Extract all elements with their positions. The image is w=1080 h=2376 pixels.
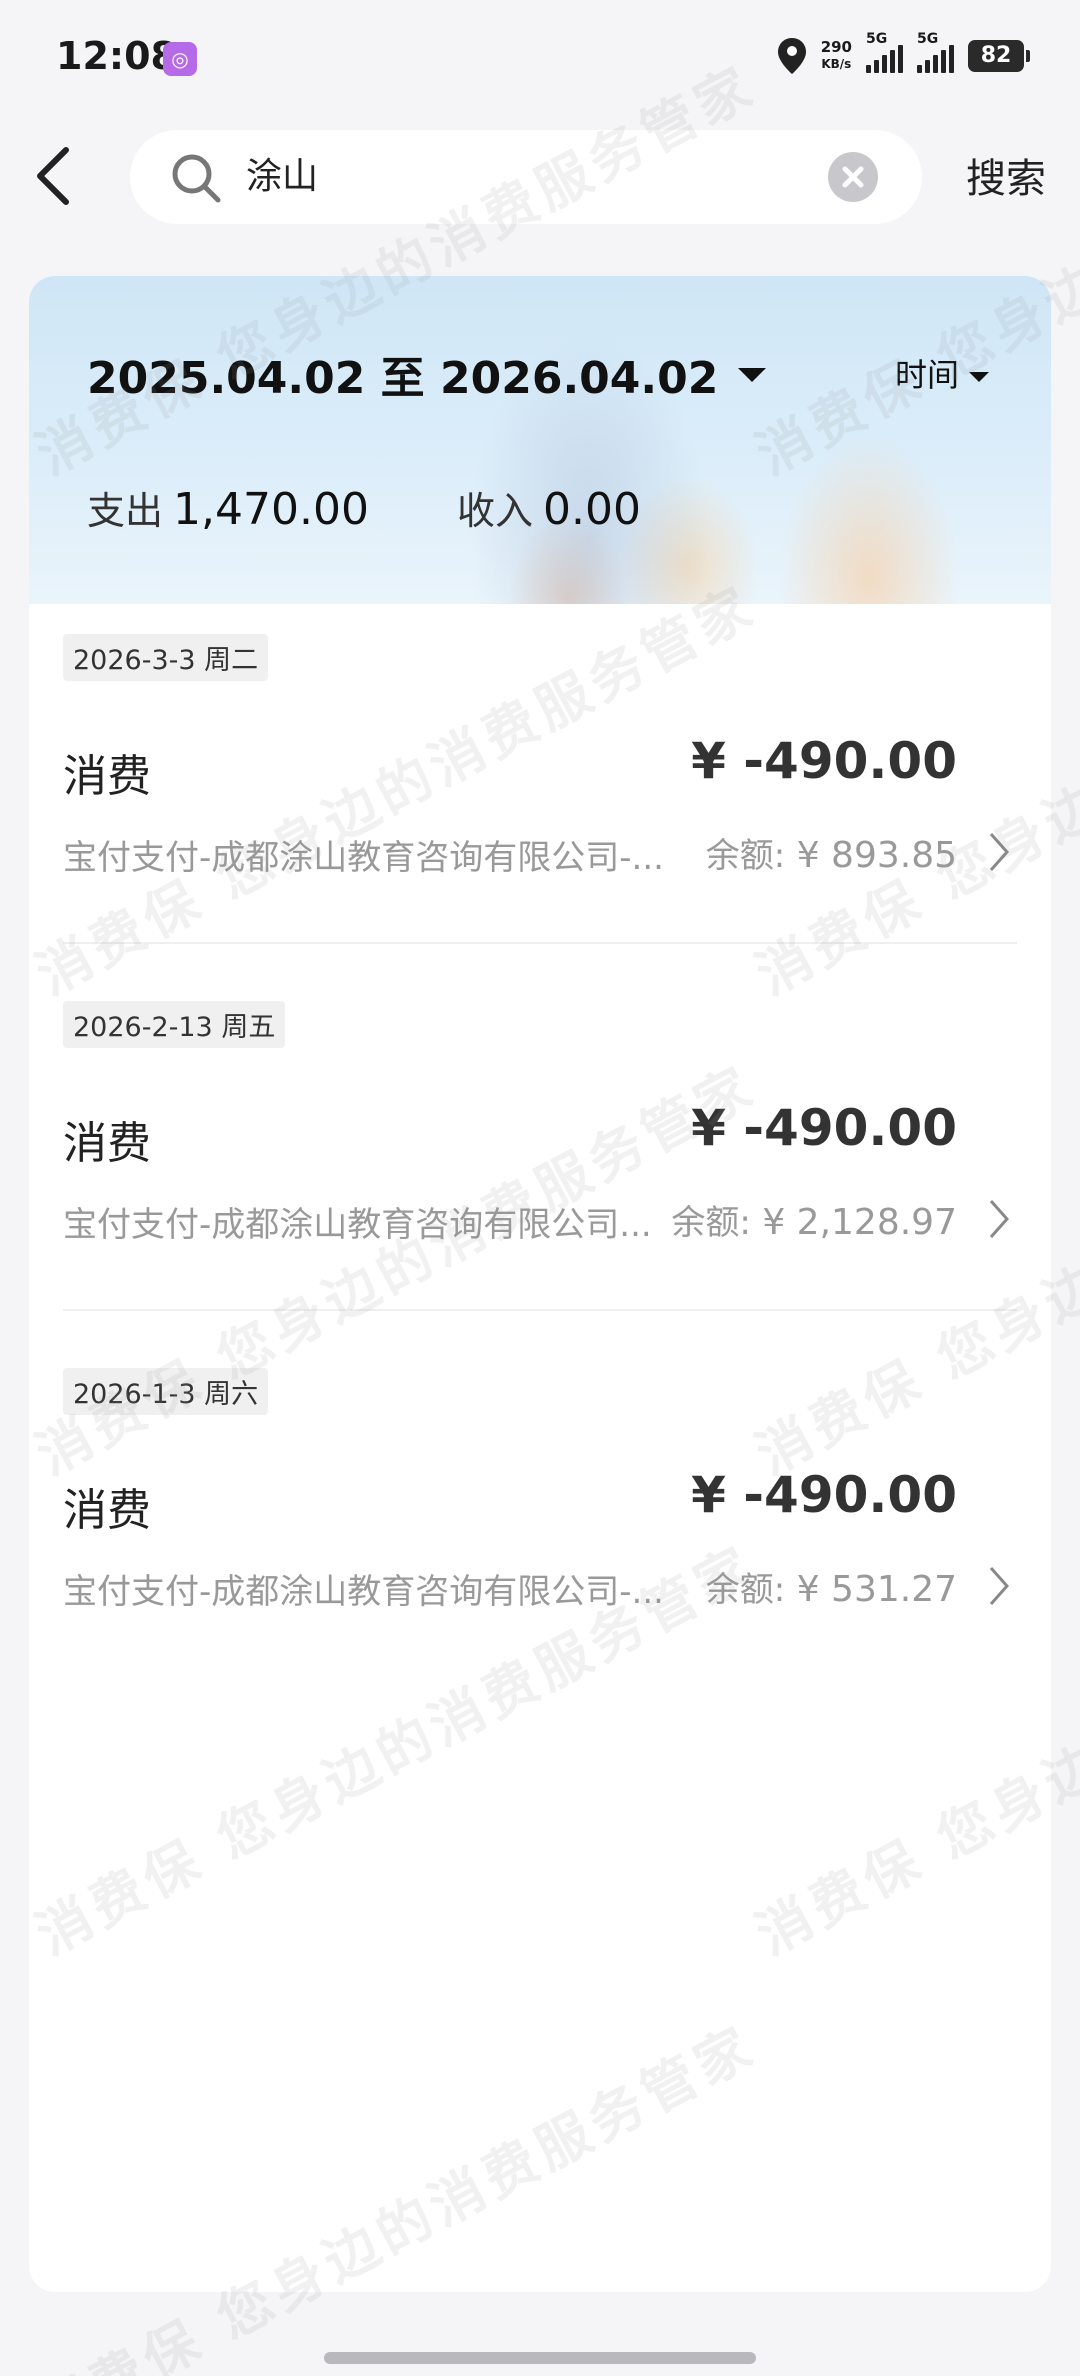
expense-total: 支出 1,470.00 [87,480,369,535]
clear-icon [842,166,864,188]
clear-button[interactable] [828,152,878,202]
home-indicator[interactable] [324,2352,756,2364]
divider [63,942,1017,944]
caret-down-icon [969,372,989,382]
chevron-right-icon [989,1567,1010,1605]
transaction-item[interactable]: 2026-3-3 周二 消费 ¥ -490.00 宝付支付-成都涂山教育咨询有限… [29,634,1051,944]
search-button[interactable]: 搜索 [966,146,1046,204]
caret-down-icon [738,368,767,382]
transaction-amount: ¥ -490.00 [691,1466,957,1524]
search-icon [172,154,221,203]
transaction-item[interactable]: 2026-1-3 周六 消费 ¥ -490.00 宝付支付-成都涂山教育咨询有限… [29,1368,1051,1678]
balance-value: ¥ 531.27 [796,1569,957,1610]
status-icons: 290 KB/s 5G 5G 82 [777,31,1030,78]
signal-icon: 5G [866,31,903,73]
divider [63,1309,1017,1311]
battery-icon: 82 [968,40,1030,72]
transaction-title: 消费 [63,1118,151,1169]
transaction-balance: 余额: ¥ 893.85 [706,828,957,877]
transaction-description: 宝付支付-成都涂山教育咨询有限公司-... [63,1572,664,1612]
search-input[interactable] [246,130,806,224]
transaction-amount: ¥ -490.00 [691,1099,957,1157]
sim1-label: 5G [866,31,888,47]
net-speed-unit: KB/s [821,57,852,71]
summary-totals: 支出 1,470.00 收入 0.00 [87,480,641,535]
balance-label: 余额: [705,836,786,876]
date-range-selector[interactable]: 2025.04.02 至 2026.04.02 [87,342,767,406]
location-icon [777,38,806,74]
status-time: 12:08 [56,34,177,78]
balance-value: ¥ 893.85 [796,835,957,876]
date-range-text: 2025.04.02 至 2026.04.02 [87,353,719,404]
expense-value: 1,470.00 [173,484,369,535]
sim2-label: 5G [917,31,939,47]
balance-value: ¥ 2,128.97 [762,1202,957,1243]
income-value: 0.00 [542,484,641,535]
expense-label: 支出 [87,489,164,533]
back-button[interactable] [30,140,78,212]
transaction-item[interactable]: 2026-2-13 周五 消费 ¥ -490.00 宝付支付-成都涂山教育咨询有… [29,1001,1051,1311]
transaction-amount: ¥ -490.00 [691,732,957,790]
balance-label: 余额: [671,1203,751,1243]
net-speed-value: 290 [820,38,852,56]
back-arrow-icon [37,147,69,205]
signal-icon: 5G [917,31,954,73]
transaction-description: 宝付支付-成都涂山教育咨询有限公司-... [63,838,664,878]
transaction-title: 消费 [63,751,151,802]
sort-dropdown[interactable]: 时间 [895,350,989,396]
transaction-date: 2026-1-3 周六 [63,1368,269,1415]
transaction-date: 2026-3-3 周二 [63,634,269,681]
search-box[interactable] [130,130,922,224]
transaction-balance: 余额: ¥ 2,128.97 [671,1195,957,1244]
transaction-date: 2026-2-13 周五 [63,1001,286,1048]
sort-label: 时间 [894,356,959,394]
transaction-title: 消费 [63,1485,151,1536]
income-total: 收入 0.00 [457,480,641,535]
income-label: 收入 [456,489,533,533]
app-notification-icon: ◎ [163,42,197,76]
transaction-description: 宝付支付-成都涂山教育咨询有限公司... [63,1205,652,1245]
chevron-right-icon [989,833,1010,871]
net-speed: 290 KB/s [821,39,852,73]
summary-banner: 2025.04.02 至 2026.04.02 时间 支出 1,470.00 收… [29,276,1051,604]
transactions-card: 2025.04.02 至 2026.04.02 时间 支出 1,470.00 收… [29,276,1051,2292]
status-bar: 12:08 ◎ 290 KB/s 5G 5G 82 [0,0,1080,120]
chevron-right-icon [989,1200,1010,1238]
balance-label: 余额: [705,1570,786,1610]
transaction-balance: 余额: ¥ 531.27 [706,1562,957,1611]
